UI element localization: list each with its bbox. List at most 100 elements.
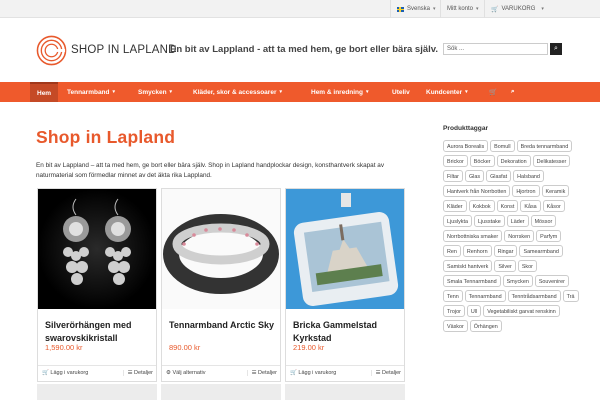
- tag-link[interactable]: Delikatesser: [532, 155, 571, 167]
- tag-link[interactable]: Ull: [466, 305, 482, 317]
- tag-link[interactable]: Brickor: [443, 155, 468, 167]
- tag-link[interactable]: Ren: [443, 245, 461, 257]
- tag-link[interactable]: Dekoration: [496, 155, 531, 167]
- cart-icon: 🛒: [290, 370, 297, 376]
- tag-link[interactable]: Kläder: [443, 200, 467, 212]
- search-button[interactable]: ⌕: [550, 43, 562, 55]
- tag-link[interactable]: Samearmband: [519, 245, 563, 257]
- list-icon: ☰: [127, 370, 133, 376]
- product-image[interactable]: [162, 189, 280, 309]
- tag-link[interactable]: Läder: [506, 215, 529, 227]
- cart-icon: 🛒: [42, 370, 49, 376]
- tag-link[interactable]: Smycken: [502, 275, 533, 287]
- cart-icon: 🛒: [491, 6, 499, 13]
- tag-link[interactable]: Parfym: [536, 230, 562, 242]
- details-button[interactable]: ☰ Detaljer: [122, 370, 153, 376]
- product-image[interactable]: [286, 189, 404, 309]
- tag-link[interactable]: Hantverk från Norrbotten: [443, 185, 511, 197]
- product-name[interactable]: Bricka Gammelstad Kyrkstad: [293, 319, 401, 345]
- tag-link[interactable]: Hjortron: [512, 185, 540, 197]
- cart-label: VARUKORG: [501, 6, 536, 12]
- product-name[interactable]: Silverörhängen med swarovskikristall: [45, 319, 153, 345]
- nav-item-klader[interactable]: Kläder, skor & accessoarer ▾: [193, 82, 282, 102]
- main-navigation: Hem Tennarmband ▾ Smycken ▾ Kläder, skor…: [0, 82, 600, 102]
- tag-link[interactable]: Smala Tennarmband: [443, 275, 501, 287]
- language-switcher[interactable]: Svenska ▾: [390, 0, 442, 18]
- tag-link[interactable]: Vegetabiliskt garvat renskinn: [483, 305, 560, 317]
- nav-item-tennarmband[interactable]: Tennarmband ▾: [67, 82, 115, 102]
- tag-link[interactable]: Tennarmband: [464, 290, 506, 302]
- chevron-down-icon: ▾: [366, 89, 369, 95]
- product-actions: ⚙ Välj alternativ ☰ Detaljer: [162, 365, 280, 381]
- nav-item-smycken[interactable]: Smycken ▾: [138, 82, 172, 102]
- tag-link[interactable]: Ljuslykta: [443, 215, 472, 227]
- tag-link[interactable]: Trä: [562, 290, 579, 302]
- product-card[interactable]: Silverörhängen med swarovskikristall 1,5…: [37, 188, 157, 382]
- tag-link[interactable]: Norrsken: [504, 230, 535, 242]
- product-price: 219.00 kr: [293, 343, 325, 352]
- tag-link[interactable]: Konst: [496, 200, 519, 212]
- nav-item-hem-inredning[interactable]: Hem & inredning ▾: [311, 82, 369, 102]
- tag-link[interactable]: Kåsa: [520, 200, 541, 212]
- tag-link[interactable]: Trojor: [443, 305, 465, 317]
- site-header: SHOP IN LAPLAND En bit av Lappland - att…: [0, 18, 600, 82]
- tag-link[interactable]: Skor: [517, 260, 537, 272]
- list-icon: ☰: [375, 370, 381, 376]
- add-to-cart-button[interactable]: 🛒 Lägg i varukorg: [290, 370, 336, 376]
- tag-link[interactable]: Silver: [494, 260, 516, 272]
- tag-link[interactable]: Samiskt hantverk: [443, 260, 493, 272]
- next-product-image[interactable]: [161, 384, 281, 400]
- tag-link[interactable]: Halsband: [513, 170, 544, 182]
- cart-menu[interactable]: 🛒 VARUKORG ▾: [484, 0, 550, 18]
- page-title: Shop in Lapland: [36, 127, 176, 147]
- nav-item-kundcenter[interactable]: Kundcenter ▾: [426, 82, 468, 102]
- main-content: Shop in Lapland En bit av Lappland – att…: [0, 102, 417, 400]
- details-button[interactable]: ☰ Detaljer: [246, 370, 277, 376]
- nav-label: Hem & inredning: [311, 88, 364, 96]
- search-input[interactable]: Sök ...: [443, 43, 548, 55]
- details-button[interactable]: ☰ Detaljer: [370, 370, 401, 376]
- tag-link[interactable]: Aurora Borealis: [443, 140, 489, 152]
- details-label: Detaljer: [258, 370, 277, 376]
- select-options-button[interactable]: ⚙ Välj alternativ: [166, 370, 206, 376]
- tag-link[interactable]: Tenntrådsarmband: [507, 290, 561, 302]
- tag-link[interactable]: Tenn: [443, 290, 463, 302]
- nav-search-button[interactable]: ⌕: [511, 82, 515, 102]
- tag-link[interactable]: Mössor: [530, 215, 557, 227]
- product-card[interactable]: Tennarmband Arctic Sky 890.00 kr ⚙ Välj …: [161, 188, 281, 382]
- tag-link[interactable]: Böcker: [469, 155, 495, 167]
- tag-link[interactable]: Örhängen: [469, 320, 502, 332]
- tag-link[interactable]: Bomull: [490, 140, 515, 152]
- nav-label: Kläder, skor & accessoarer: [193, 88, 277, 96]
- nav-cart-button[interactable]: 🛒: [489, 82, 497, 102]
- tag-link[interactable]: Kåsor: [542, 200, 565, 212]
- tag-link[interactable]: Kokbok: [468, 200, 495, 212]
- tag-link[interactable]: Ljusstake: [473, 215, 505, 227]
- add-to-cart-label: Lägg i varukorg: [50, 370, 89, 376]
- product-card[interactable]: Bricka Gammelstad Kyrkstad 219.00 kr 🛒 L…: [285, 188, 405, 382]
- nav-item-uteliv[interactable]: Uteliv: [392, 82, 410, 102]
- add-to-cart-button[interactable]: 🛒 Lägg i varukorg: [42, 370, 88, 376]
- nav-item-hem[interactable]: Hem: [30, 82, 59, 102]
- chevron-down-icon: ▾: [433, 6, 436, 12]
- chevron-down-icon: ▾: [541, 6, 544, 12]
- brand-name[interactable]: SHOP IN LAPLAND: [71, 44, 177, 56]
- product-name[interactable]: Tennarmband Arctic Sky: [169, 319, 277, 332]
- tag-link[interactable]: Breda tennarmband: [516, 140, 573, 152]
- tag-link[interactable]: Filtar: [443, 170, 463, 182]
- product-image[interactable]: [38, 189, 156, 309]
- tag-link[interactable]: Glas: [464, 170, 485, 182]
- tag-link[interactable]: Renhorn: [462, 245, 492, 257]
- tag-link[interactable]: Norrbottniska smaker: [443, 230, 503, 242]
- tag-link[interactable]: Väskor: [443, 320, 468, 332]
- logo-icon[interactable]: [36, 35, 67, 66]
- next-product-image[interactable]: [37, 384, 157, 400]
- nav-label: Smycken: [138, 88, 167, 96]
- next-product-image[interactable]: [285, 384, 405, 400]
- tag-link[interactable]: Glasfat: [486, 170, 512, 182]
- tag-link[interactable]: Keramik: [541, 185, 570, 197]
- tag-link[interactable]: Souvenirer: [534, 275, 569, 287]
- account-menu[interactable]: Mitt konto ▾: [440, 0, 485, 18]
- tag-link[interactable]: Ringar: [493, 245, 518, 257]
- nav-label: Kundcenter: [426, 88, 463, 96]
